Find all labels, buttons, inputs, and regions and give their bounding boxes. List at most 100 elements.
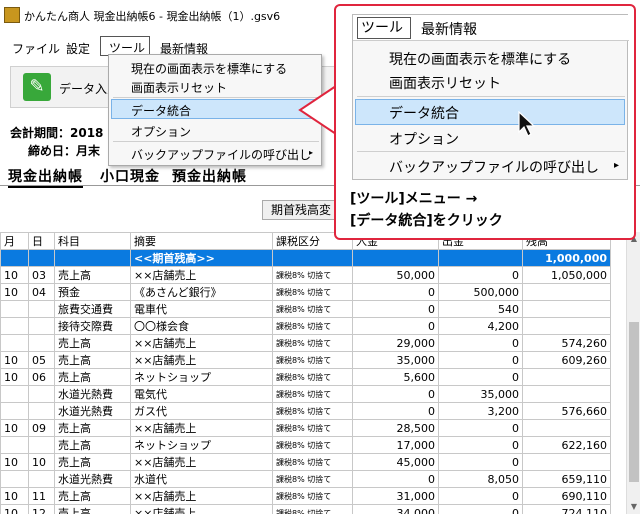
table-cell[interactable]: ××店舗売上: [130, 453, 273, 471]
table-cell[interactable]: 課税8% 切捨て: [272, 266, 353, 284]
table-cell[interactable]: 課税8% 切捨て: [272, 300, 353, 318]
table-cell[interactable]: 売上高: [54, 351, 131, 369]
zoomed-item-data-merge[interactable]: データ統合: [389, 103, 459, 123]
table-row[interactable]: 10 12 売上高 ××店舗売上 課税8% 切捨て 34,000 0 724,110: [0, 504, 611, 514]
table-cell[interactable]: 0: [438, 436, 523, 454]
table-row[interactable]: 10 06 売上高 ネットショップ 課税8% 切捨て 5,600 0: [0, 368, 611, 386]
table-row[interactable]: 10 05 売上高 ××店舗売上 課税8% 切捨て 35,000 0 609,260: [0, 351, 611, 369]
table-row[interactable]: 10 10 売上高 ××店舗売上 課税8% 切捨て 45,000 0: [0, 453, 611, 471]
table-cell[interactable]: [28, 402, 55, 420]
table-cell[interactable]: [0, 402, 29, 420]
table-cell[interactable]: [352, 249, 439, 267]
table-cell[interactable]: 06: [28, 368, 55, 386]
table-cell[interactable]: 1,050,000: [522, 266, 611, 284]
table-cell[interactable]: 課税8% 切捨て: [272, 402, 353, 420]
zoomed-item-options[interactable]: オプション: [389, 129, 459, 149]
table-row[interactable]: 10 09 売上高 ××店舗売上 課税8% 切捨て 28,500 0: [0, 419, 611, 437]
table-cell[interactable]: ××店舗売上: [130, 504, 273, 514]
table-cell[interactable]: 課税8% 切捨て: [272, 419, 353, 437]
table-cell[interactable]: [438, 249, 523, 267]
table-cell[interactable]: ××店舗売上: [130, 334, 273, 352]
menu-settings[interactable]: 設定: [66, 40, 90, 57]
table-cell[interactable]: 0: [352, 385, 439, 403]
table-cell[interactable]: 0: [438, 419, 523, 437]
menu-tools[interactable]: ツール: [100, 36, 150, 56]
table-cell[interactable]: 0: [438, 453, 523, 471]
table-cell[interactable]: [522, 453, 611, 471]
table-cell[interactable]: 0: [352, 470, 439, 488]
table-cell[interactable]: 10: [0, 504, 29, 514]
menu-item-restore-backup[interactable]: バックアップファイルの呼び出し: [131, 146, 311, 163]
table-cell[interactable]: 0: [438, 368, 523, 386]
scroll-thumb[interactable]: [629, 322, 639, 482]
table-cell[interactable]: [28, 385, 55, 403]
table-cell[interactable]: [0, 470, 29, 488]
table-cell[interactable]: 0: [352, 402, 439, 420]
table-cell[interactable]: 31,000: [352, 487, 439, 505]
tab-deposit-ledger[interactable]: 預金出納帳: [172, 166, 247, 186]
table-cell[interactable]: 10: [28, 453, 55, 471]
menu-item-reset-view[interactable]: 画面表示リセット: [131, 79, 227, 96]
table-cell[interactable]: 0: [352, 317, 439, 335]
table-cell[interactable]: 45,000: [352, 453, 439, 471]
table-cell[interactable]: 0: [438, 351, 523, 369]
zoomed-item-restore-backup[interactable]: バックアップファイルの呼び出し: [389, 157, 599, 177]
table-cell[interactable]: 10: [0, 351, 29, 369]
table-row[interactable]: 10 11 売上高 ××店舗売上 課税8% 切捨て 31,000 0 690,110: [0, 487, 611, 505]
table-cell[interactable]: ネットショップ: [130, 436, 273, 454]
table-cell[interactable]: 売上高: [54, 436, 131, 454]
table-cell[interactable]: [522, 385, 611, 403]
table-cell[interactable]: ××店舗売上: [130, 266, 273, 284]
table-cell[interactable]: <<期首残高>>: [130, 249, 273, 267]
table-cell[interactable]: [28, 317, 55, 335]
table-cell[interactable]: 04: [28, 283, 55, 301]
table-cell[interactable]: 609,260: [522, 351, 611, 369]
table-cell[interactable]: [0, 300, 29, 318]
table-row[interactable]: <<期首残高>> 1,000,000: [0, 249, 611, 267]
table-cell[interactable]: 10: [0, 487, 29, 505]
table-cell[interactable]: 500,000: [438, 283, 523, 301]
table-cell[interactable]: 5,600: [352, 368, 439, 386]
table-cell[interactable]: 課税8% 切捨て: [272, 283, 353, 301]
zoomed-item-set-default-view[interactable]: 現在の画面表示を標準にする: [389, 49, 571, 69]
table-cell[interactable]: 売上高: [54, 504, 131, 514]
table-cell[interactable]: 電気代: [130, 385, 273, 403]
table-cell[interactable]: 34,000: [352, 504, 439, 514]
table-cell[interactable]: 4,200: [438, 317, 523, 335]
table-cell[interactable]: [0, 385, 29, 403]
table-cell[interactable]: 水道代: [130, 470, 273, 488]
table-cell[interactable]: ××店舗売上: [130, 487, 273, 505]
table-cell[interactable]: 売上高: [54, 487, 131, 505]
table-cell[interactable]: 0: [352, 283, 439, 301]
table-row[interactable]: 10 03 売上高 ××店舗売上 課税8% 切捨て 50,000 0 1,050,000: [0, 266, 611, 284]
table-cell[interactable]: 28,500: [352, 419, 439, 437]
vertical-scrollbar[interactable]: ▲ ▼: [626, 232, 640, 514]
table-cell[interactable]: 0: [438, 334, 523, 352]
table-cell[interactable]: [28, 470, 55, 488]
table-cell[interactable]: 旅費交通費: [54, 300, 131, 318]
table-cell[interactable]: ××店舗売上: [130, 419, 273, 437]
table-cell[interactable]: 659,110: [522, 470, 611, 488]
table-cell[interactable]: 水道光熱費: [54, 402, 131, 420]
table-cell[interactable]: 3,200: [438, 402, 523, 420]
table-cell[interactable]: 540: [438, 300, 523, 318]
table-cell[interactable]: 576,660: [522, 402, 611, 420]
table-cell[interactable]: 課税8% 切捨て: [272, 504, 353, 514]
table-cell[interactable]: ガス代: [130, 402, 273, 420]
table-cell[interactable]: [28, 249, 55, 267]
table-cell[interactable]: 724,110: [522, 504, 611, 514]
table-row[interactable]: 水道光熱費 電気代 課税8% 切捨て 0 35,000: [0, 385, 611, 403]
table-cell[interactable]: 課税8% 切捨て: [272, 487, 353, 505]
table-row[interactable]: 旅費交通費 電車代 課税8% 切捨て 0 540: [0, 300, 611, 318]
zoomed-menu-tools[interactable]: ツール: [357, 17, 411, 39]
table-cell[interactable]: [0, 249, 29, 267]
scroll-down-icon[interactable]: ▼: [629, 502, 639, 512]
table-cell[interactable]: 10: [0, 419, 29, 437]
table-cell[interactable]: [522, 419, 611, 437]
table-cell[interactable]: 10: [0, 283, 29, 301]
table-cell[interactable]: 10: [0, 266, 29, 284]
table-cell[interactable]: 水道光熱費: [54, 385, 131, 403]
table-cell[interactable]: 接待交際費: [54, 317, 131, 335]
table-cell[interactable]: 預金: [54, 283, 131, 301]
table-cell[interactable]: 05: [28, 351, 55, 369]
